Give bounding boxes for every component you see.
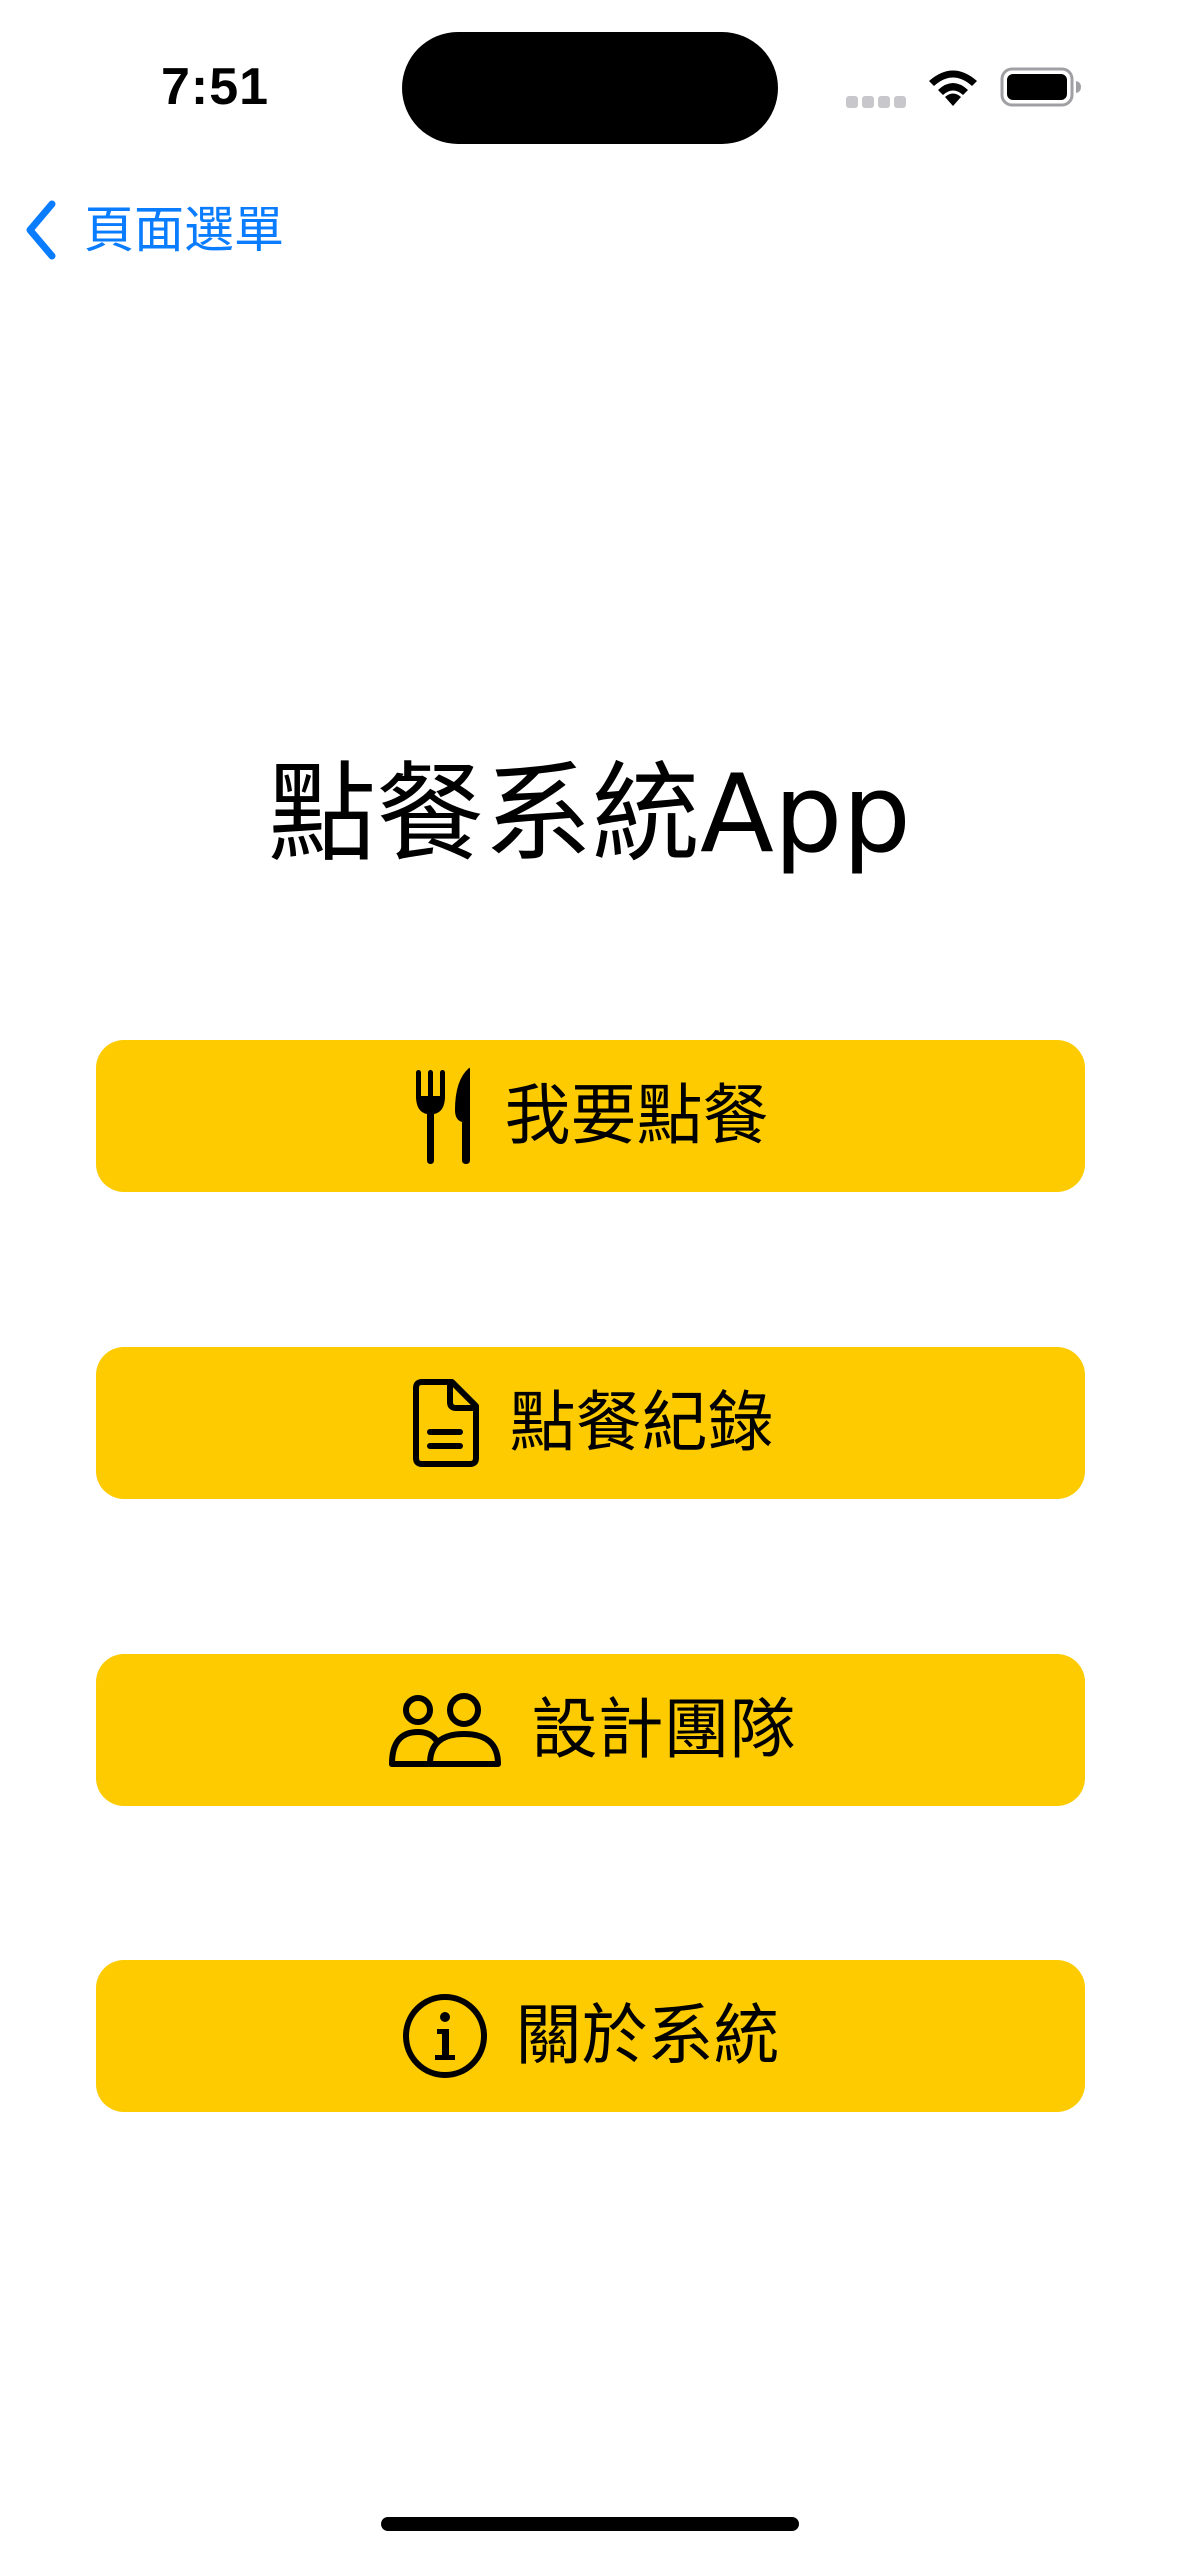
order-button[interactable]: 我要點餐 <box>96 1040 1085 1192</box>
fork-knife-icon <box>415 1067 470 1164</box>
back-button-label: 頁面選單 <box>84 201 284 259</box>
document-icon <box>412 1379 479 1467</box>
chevron-left-icon <box>26 200 56 260</box>
design-team-button[interactable]: 設計團隊 <box>96 1654 1085 1806</box>
design-team-button-label: 設計團隊 <box>531 1691 796 1768</box>
dynamic-island <box>402 32 778 144</box>
cellular-signal-icon <box>846 96 906 108</box>
page-title: 點餐系統App <box>268 752 911 877</box>
order-button-label: 我要點餐 <box>504 1077 769 1154</box>
info-circle-icon <box>402 1994 487 2078</box>
wifi-icon <box>929 70 977 106</box>
back-button[interactable]: 頁面選單 <box>22 190 284 270</box>
status-bar-time: 7:51 <box>160 58 270 116</box>
battery-icon <box>1000 67 1081 107</box>
order-history-button[interactable]: 點餐紀錄 <box>96 1347 1085 1499</box>
home-indicator[interactable] <box>381 2517 799 2531</box>
people-icon <box>388 1693 501 1767</box>
about-system-button-label: 關於系統 <box>515 1997 780 2074</box>
order-history-button-label: 點餐紀錄 <box>509 1384 774 1461</box>
about-system-button[interactable]: 關於系統 <box>96 1960 1085 2112</box>
